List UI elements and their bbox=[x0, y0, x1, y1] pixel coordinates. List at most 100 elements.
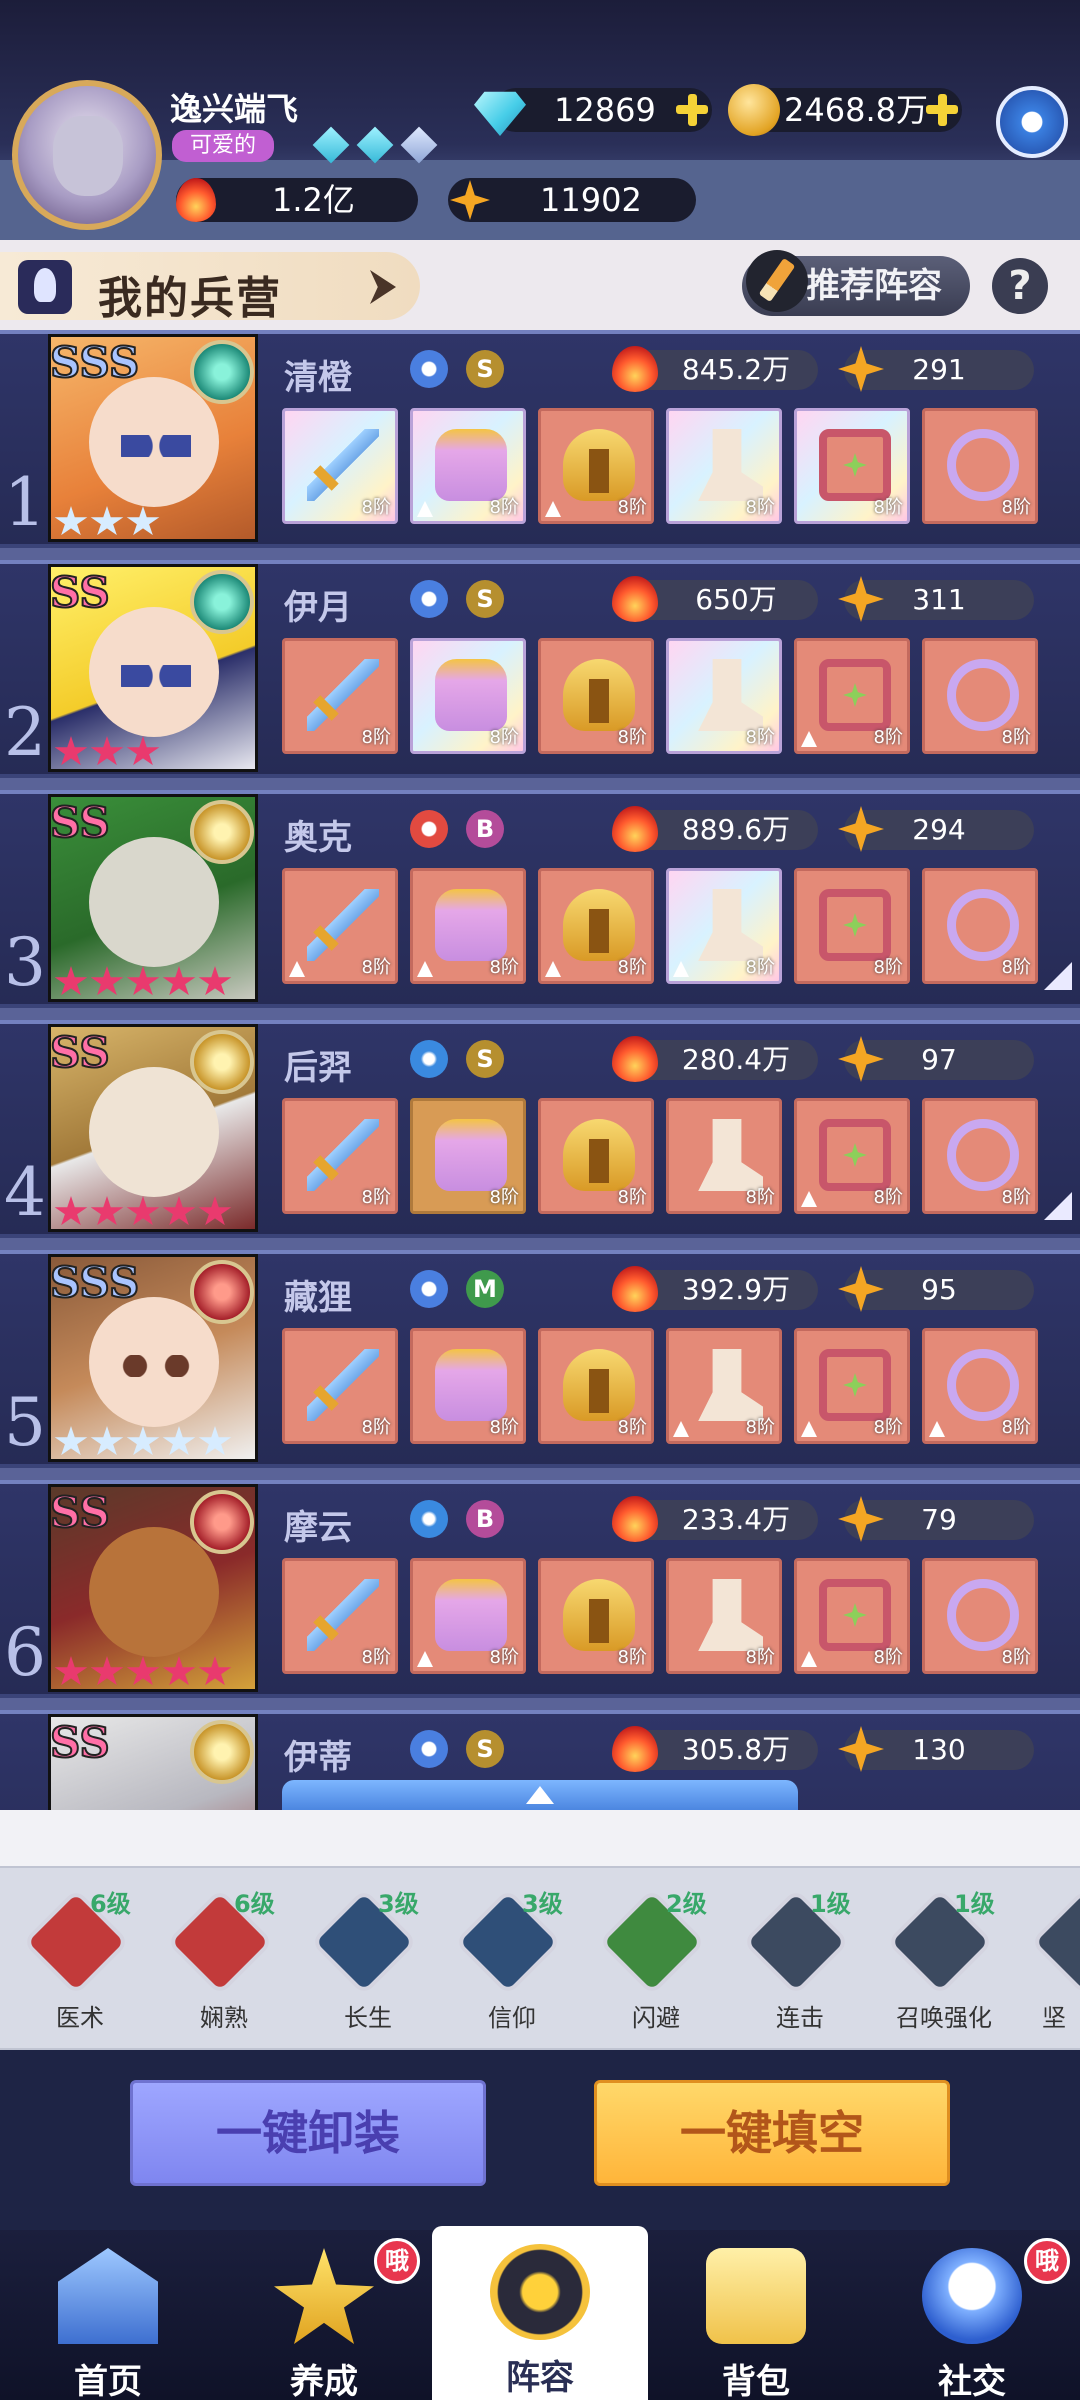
hero-row[interactable]: 4 SS 后羿 S 280.4万 97 8阶 8阶 8阶 8阶 8阶 8阶 bbox=[0, 1020, 1080, 1238]
star-icon bbox=[838, 1036, 884, 1082]
hero-row[interactable]: 3 SS 奥克 B 889.6万 294 8阶 8阶 8阶 8阶 8阶 8阶 bbox=[0, 790, 1080, 1008]
star-icon bbox=[162, 1656, 196, 1686]
equip-slot-ring[interactable]: 8阶 bbox=[922, 1558, 1038, 1674]
equip-slot-helmet[interactable]: 8阶 bbox=[538, 1328, 654, 1444]
equip-slot-weapon[interactable]: 8阶 bbox=[282, 638, 398, 754]
add-gold-icon[interactable] bbox=[924, 92, 960, 128]
equip-slot-weapon[interactable]: 8阶 bbox=[282, 1328, 398, 1444]
equip-slot-ring[interactable]: 8阶 bbox=[922, 408, 1038, 524]
skill-partial[interactable]: 坚 bbox=[1028, 1888, 1080, 2028]
equip-level: 8阶 bbox=[1001, 1187, 1031, 1208]
skill-proficiency[interactable]: 6级 娴熟 bbox=[164, 1888, 284, 2032]
help-button[interactable]: ? bbox=[992, 258, 1048, 314]
equip-slot-ring[interactable]: 8阶 bbox=[922, 1098, 1038, 1214]
equip-slot-boots[interactable]: 8阶 bbox=[666, 408, 782, 524]
equip-slot-armor[interactable]: 8阶 bbox=[410, 1098, 526, 1214]
hero-stars bbox=[54, 966, 232, 998]
star-icon bbox=[54, 1196, 88, 1226]
ring-icon bbox=[947, 429, 1019, 501]
skill-medicine[interactable]: 6级 医术 bbox=[20, 1888, 140, 2032]
hero-row[interactable]: 2 SS 伊月 S 650万 311 8阶 8阶 8阶 8阶 8阶 8阶 bbox=[0, 560, 1080, 778]
enchant-mark-icon bbox=[929, 1421, 945, 1437]
skill-faith[interactable]: 3级 信仰 bbox=[452, 1888, 572, 2032]
hero-row[interactable]: 6 SS 摩云 B 233.4万 79 8阶 8阶 8阶 8阶 8阶 8阶 bbox=[0, 1480, 1080, 1698]
add-diamond-icon[interactable] bbox=[674, 92, 710, 128]
equip-level: 8阶 bbox=[1001, 497, 1031, 518]
equip-slot-helmet[interactable]: 8阶 bbox=[538, 1558, 654, 1674]
equip-slot-helmet[interactable]: 8阶 bbox=[538, 408, 654, 524]
equip-slot-ring[interactable]: 8阶 bbox=[922, 1328, 1038, 1444]
equip-slot-weapon[interactable]: 8阶 bbox=[282, 1558, 398, 1674]
equip-slot-weapon[interactable]: 8阶 bbox=[282, 408, 398, 524]
equip-slot-armor[interactable]: 8阶 bbox=[410, 1558, 526, 1674]
equip-slot-emblem[interactable]: 8阶 bbox=[794, 408, 910, 524]
equip-slot-emblem[interactable]: 8阶 bbox=[794, 868, 910, 984]
gold-amount: 2468.8万 bbox=[784, 91, 928, 129]
equip-slot-emblem[interactable]: 8阶 bbox=[794, 1098, 910, 1214]
equip-slot-ring[interactable]: 8阶 bbox=[922, 638, 1038, 754]
equip-slot-armor[interactable]: 8阶 bbox=[410, 638, 526, 754]
equip-slot-weapon[interactable]: 8阶 bbox=[282, 1098, 398, 1214]
collapse-list-tab[interactable] bbox=[282, 1780, 798, 1810]
equip-slot-helmet[interactable]: 8阶 bbox=[538, 868, 654, 984]
skill-name: 医术 bbox=[56, 2004, 104, 2032]
skill-longevity[interactable]: 3级 长生 bbox=[308, 1888, 428, 2032]
expand-corner-icon[interactable] bbox=[1044, 962, 1072, 990]
nav-home[interactable]: 首页 bbox=[0, 2230, 216, 2400]
expand-corner-icon[interactable] bbox=[1044, 1192, 1072, 1220]
skill-level: 1级 bbox=[810, 1890, 851, 1918]
skill-dodge[interactable]: 2级 闪避 bbox=[596, 1888, 716, 2032]
player-avatar[interactable] bbox=[12, 80, 162, 230]
hero-stars bbox=[54, 1426, 232, 1458]
unequip-all-button[interactable]: 一键卸装 bbox=[130, 2080, 486, 2186]
skill-name: 坚 bbox=[1042, 2004, 1066, 2028]
class-badge-icon bbox=[190, 340, 254, 404]
nav-social[interactable]: 社交 哦 bbox=[864, 2230, 1080, 2400]
equip-slot-boots[interactable]: 8阶 bbox=[666, 638, 782, 754]
nav-cultivate[interactable]: 养成 哦 bbox=[216, 2230, 432, 2400]
skill-level: 3级 bbox=[378, 1890, 419, 1918]
hero-name: 伊月 bbox=[284, 588, 352, 628]
equip-slot-emblem[interactable]: 8阶 bbox=[794, 638, 910, 754]
star-icon bbox=[162, 1196, 196, 1226]
equip-slot-boots[interactable]: 8阶 bbox=[666, 1098, 782, 1214]
hero-grade-badge: SSS bbox=[49, 1257, 140, 1308]
my-barracks-tab[interactable]: 我的兵营 bbox=[0, 252, 420, 324]
nav-bag[interactable]: 背包 bbox=[648, 2230, 864, 2400]
hero-row[interactable]: 1 SSS 清橙 S 845.2万 291 8阶 8阶 8阶 8阶 8阶 8阶 bbox=[0, 330, 1080, 548]
equip-slot-helmet[interactable]: 8阶 bbox=[538, 1098, 654, 1214]
equip-slot-helmet[interactable]: 8阶 bbox=[538, 638, 654, 754]
nav-lineup[interactable]: 阵容 bbox=[432, 2226, 648, 2400]
hero-rank: 5 bbox=[4, 1384, 46, 1461]
class-badge-icon bbox=[190, 1490, 254, 1554]
hero-row[interactable]: 5 SSS 藏狸 M 392.9万 95 8阶 8阶 8阶 8阶 8阶 8阶 bbox=[0, 1250, 1080, 1468]
equip-slot-ring[interactable]: 8阶 bbox=[922, 868, 1038, 984]
equip-slot-emblem[interactable]: 8阶 bbox=[794, 1558, 910, 1674]
enchant-mark-icon bbox=[801, 1191, 817, 1207]
equip-level: 8阶 bbox=[489, 1187, 519, 1208]
enchant-mark-icon bbox=[801, 731, 817, 747]
hero-list[interactable]: 1 SSS 清橙 S 845.2万 291 8阶 8阶 8阶 8阶 8阶 8阶 … bbox=[0, 330, 1080, 1810]
equip-level: 8阶 bbox=[489, 497, 519, 518]
skill-combo[interactable]: 1级 连击 bbox=[740, 1888, 860, 2032]
equip-level: 8阶 bbox=[361, 1647, 391, 1668]
fire-icon bbox=[612, 576, 658, 622]
equip-level: 8阶 bbox=[617, 497, 647, 518]
equip-slot-boots[interactable]: 8阶 bbox=[666, 868, 782, 984]
equip-slot-armor[interactable]: 8阶 bbox=[410, 408, 526, 524]
equip-slot-boots[interactable]: 8阶 bbox=[666, 1328, 782, 1444]
equip-slot-armor[interactable]: 8阶 bbox=[410, 868, 526, 984]
equip-slot-emblem[interactable]: 8阶 bbox=[794, 1328, 910, 1444]
skill-summon-boost[interactable]: 1级 召唤强化 bbox=[884, 1888, 1004, 2032]
equip-slot-boots[interactable]: 8阶 bbox=[666, 1558, 782, 1674]
settings-gear-icon[interactable] bbox=[996, 86, 1068, 158]
skill-level: 6级 bbox=[234, 1890, 275, 1918]
fill-all-button[interactable]: 一键填空 bbox=[594, 2080, 950, 2186]
sword-icon bbox=[307, 889, 379, 961]
helmet-icon bbox=[563, 659, 635, 731]
equip-slot-armor[interactable]: 8阶 bbox=[410, 1328, 526, 1444]
recommend-lineup-button[interactable]: 推荐阵容 bbox=[742, 250, 970, 316]
emblem-icon bbox=[819, 1349, 891, 1421]
armor-icon bbox=[435, 429, 507, 501]
equip-slot-weapon[interactable]: 8阶 bbox=[282, 868, 398, 984]
